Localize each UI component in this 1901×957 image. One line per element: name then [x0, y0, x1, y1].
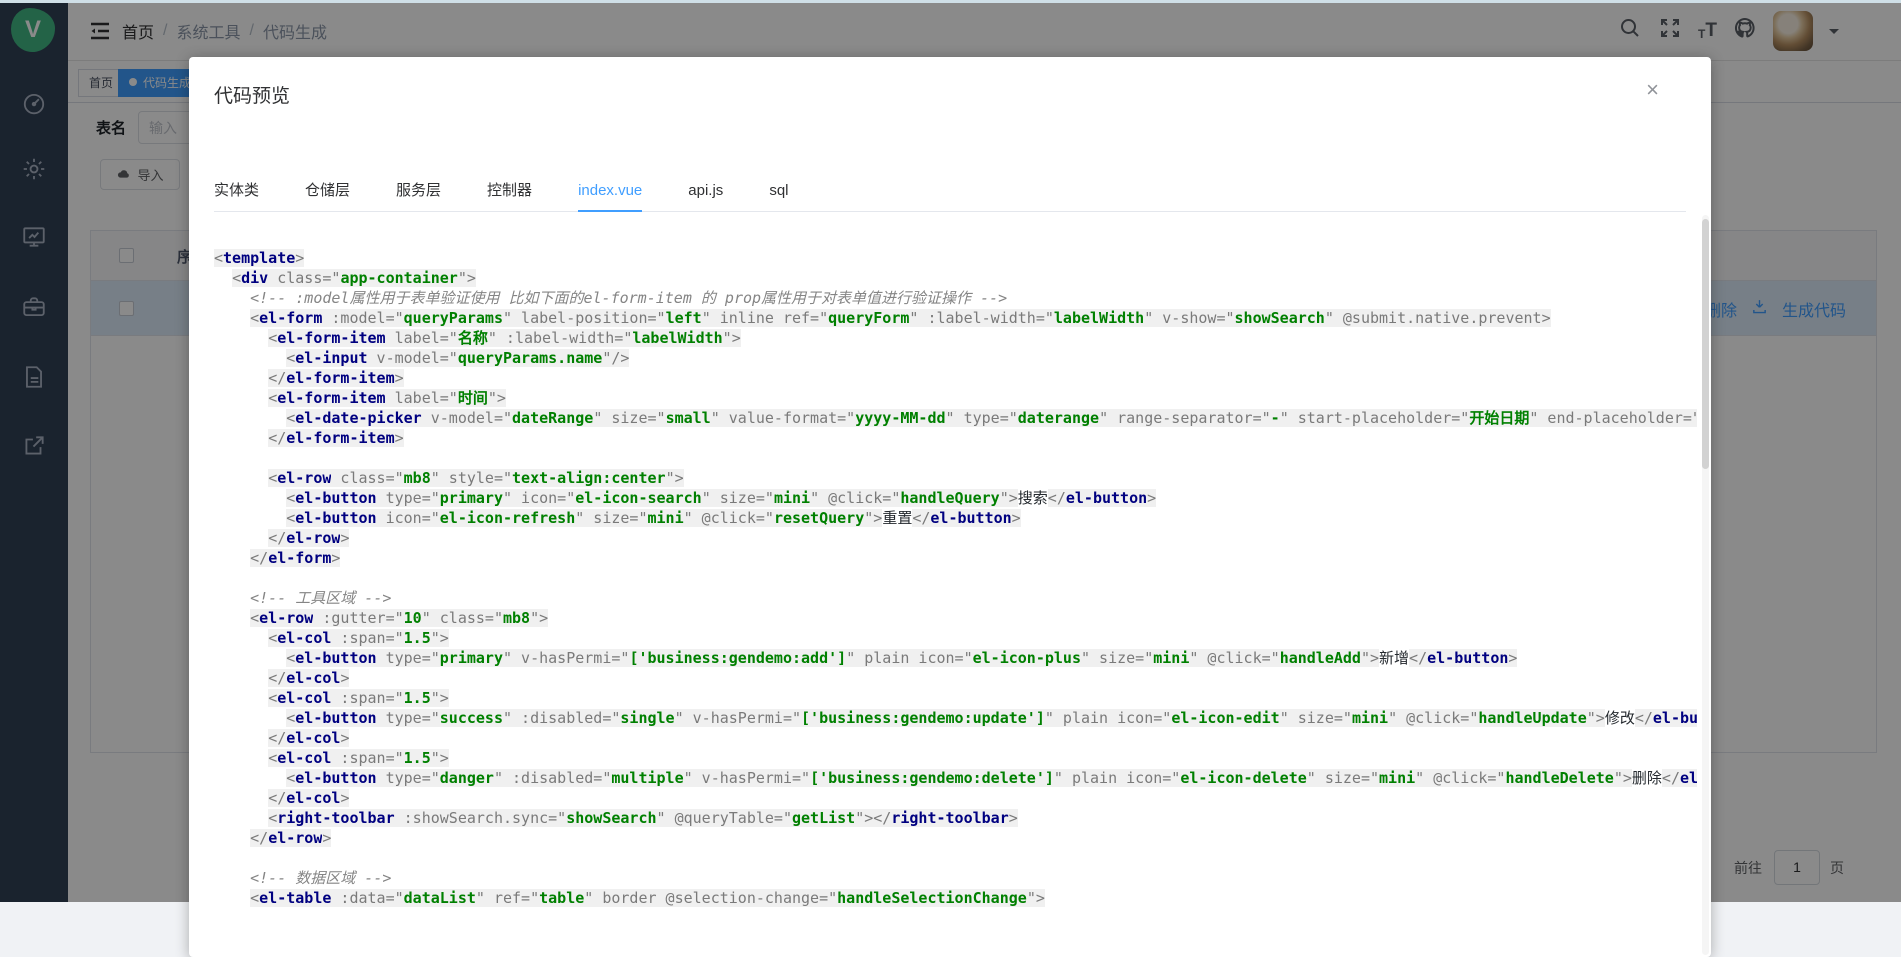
code-block: <template> <div class="app-container"> <…: [214, 248, 1697, 957]
close-icon[interactable]: ×: [1646, 79, 1659, 101]
dialog-scrollbar[interactable]: [1702, 215, 1709, 955]
browser-edge-strip: [0, 0, 1901, 3]
tab-sql[interactable]: sql: [746, 171, 811, 211]
tab-controller[interactable]: 控制器: [464, 171, 555, 211]
tab-api-js[interactable]: api.js: [665, 171, 746, 211]
tab-index-vue[interactable]: index.vue: [555, 171, 665, 211]
dialog-title: 代码预览: [214, 81, 290, 108]
code-preview-dialog: 代码预览 × 实体类 仓储层 服务层 控制器 index.vue api.js …: [189, 57, 1711, 957]
tab-repository[interactable]: 仓储层: [282, 171, 373, 211]
scrollbar-thumb[interactable]: [1702, 219, 1709, 469]
tab-entity[interactable]: 实体类: [214, 171, 282, 211]
dialog-tabs: 实体类 仓储层 服务层 控制器 index.vue api.js sql: [214, 171, 1686, 212]
tab-service[interactable]: 服务层: [373, 171, 464, 211]
